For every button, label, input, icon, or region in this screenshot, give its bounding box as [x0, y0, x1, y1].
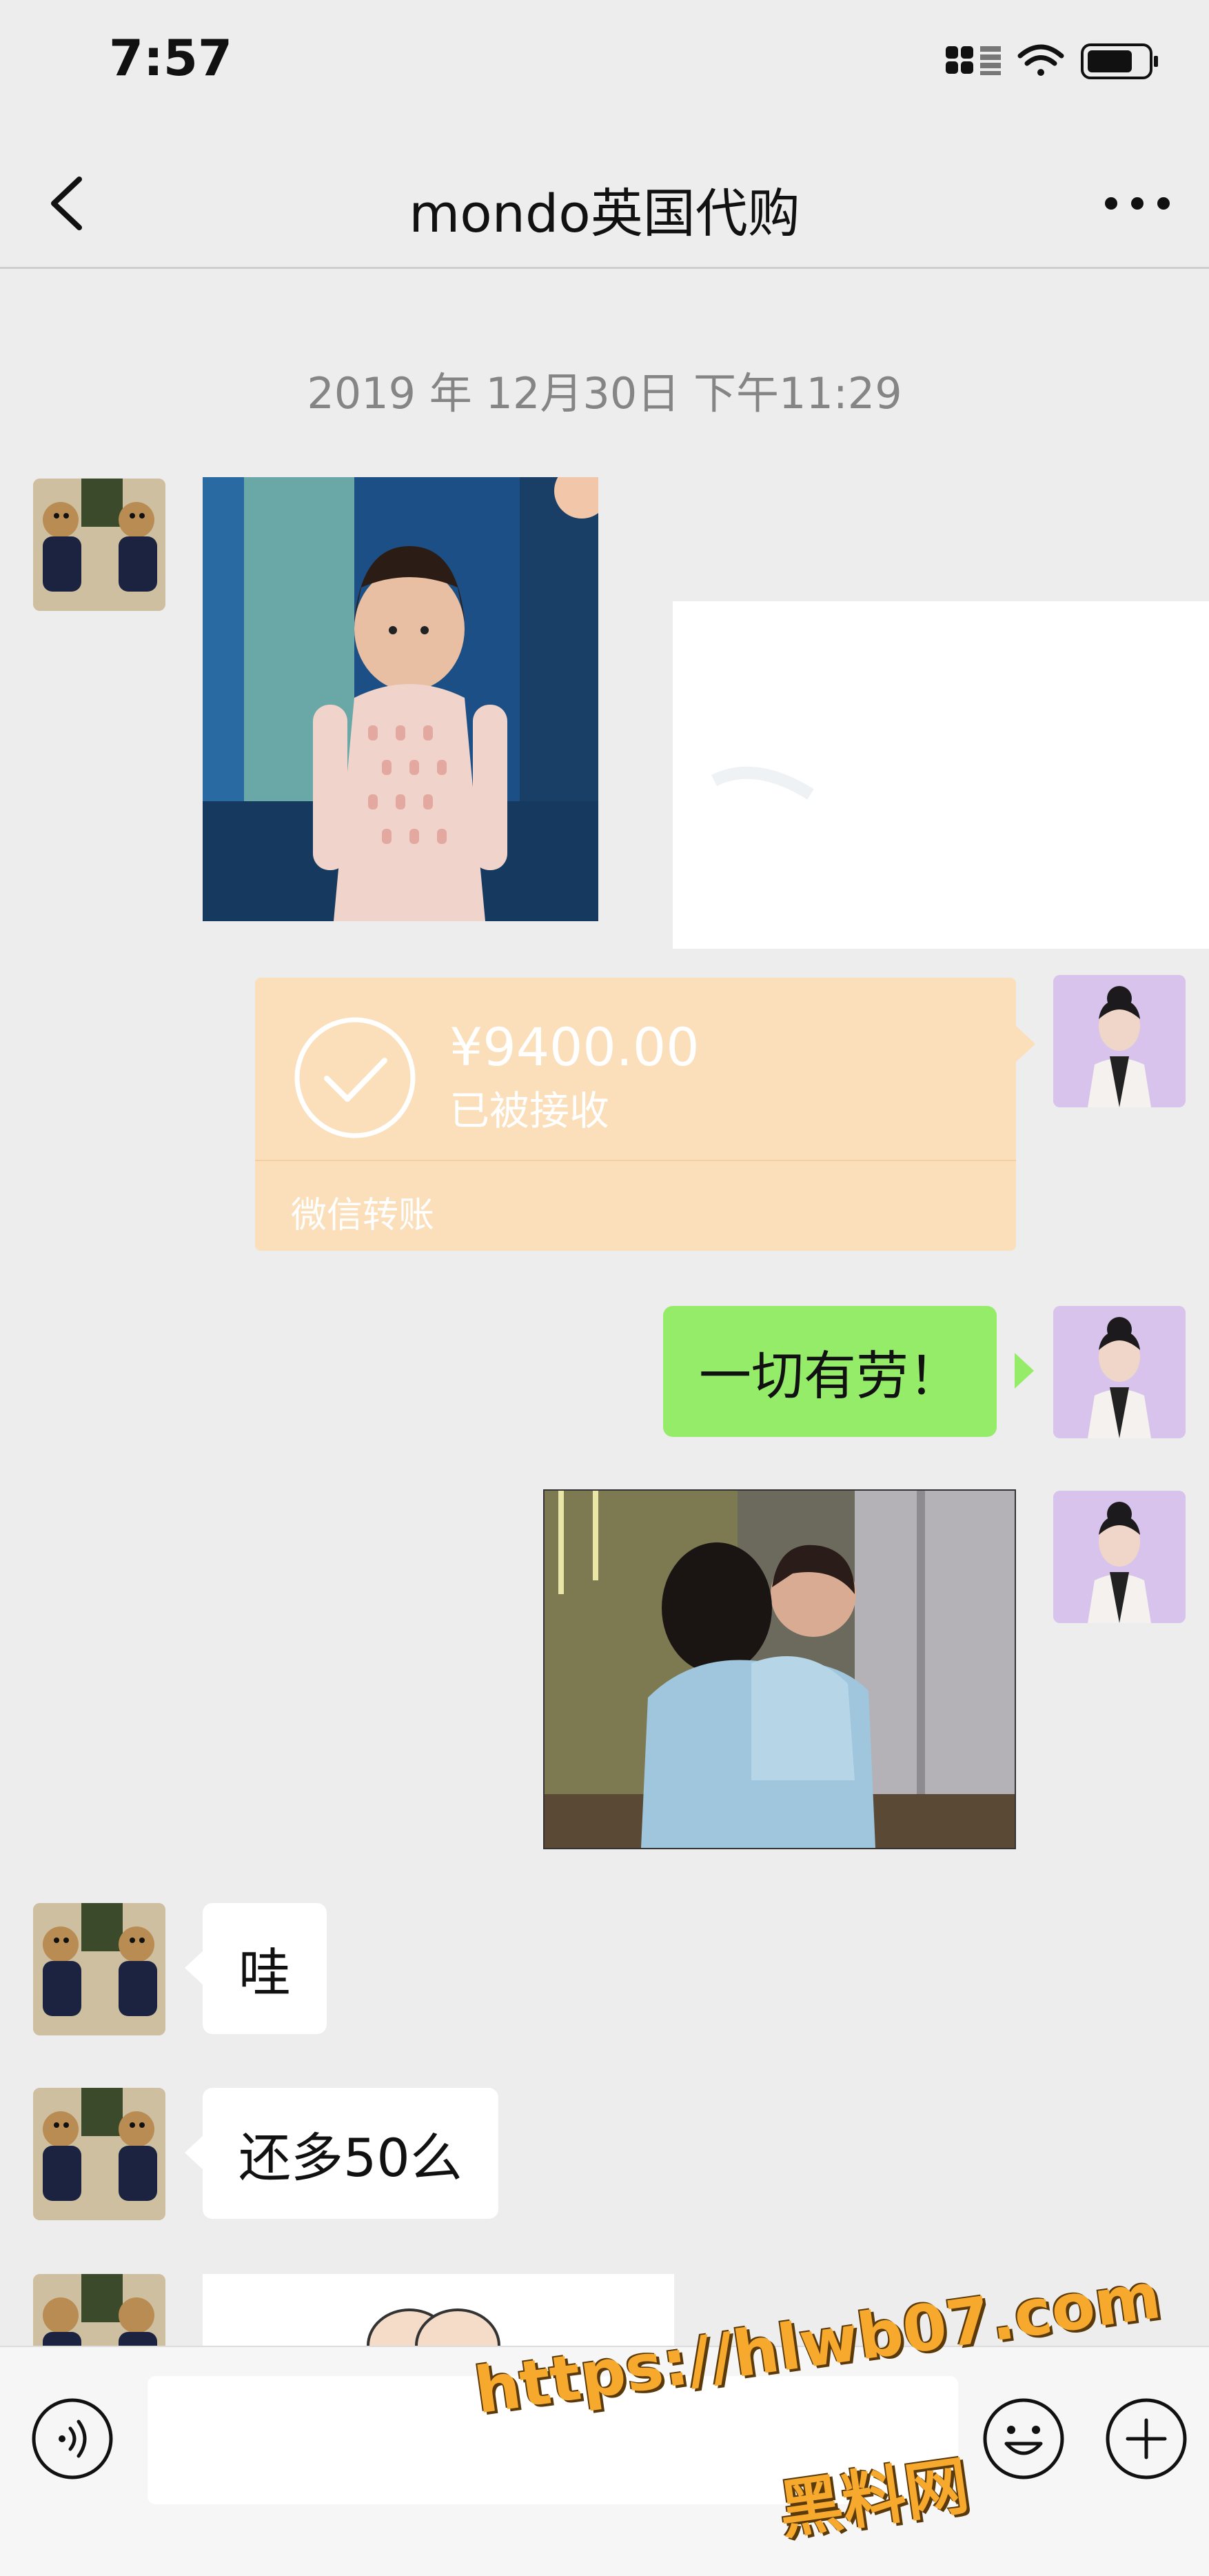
woman-avatar — [1053, 975, 1186, 1107]
woman-avatar — [1053, 1306, 1186, 1438]
contact-text-bubble[interactable]: 还多50么 — [203, 2088, 498, 2219]
teddy-bears-avatar — [33, 479, 165, 611]
transfer-status: 已被接收 — [449, 1087, 610, 1134]
transfer-footer-label: 微信转账 — [291, 1195, 435, 1236]
more-button[interactable] — [1096, 176, 1179, 231]
contact-avatar[interactable] — [33, 2088, 165, 2220]
contact-text-bubble[interactable]: 哇 — [203, 1903, 327, 2034]
wifi-icon — [1017, 44, 1064, 76]
battery-icon — [1081, 43, 1158, 79]
emoji-button[interactable] — [982, 2397, 1066, 2481]
chat-timestamp: 2019 年 12月30日 下午11:29 — [307, 368, 902, 419]
chat-title: mondo英国代购 — [409, 183, 800, 244]
app-grid-icon — [946, 46, 973, 74]
teddy-bears-avatar — [33, 2088, 165, 2220]
self-image-message[interactable] — [543, 1489, 1016, 1849]
self-bubble-tail — [1015, 1353, 1034, 1389]
message-text: 一切有劳！ — [699, 1345, 961, 1407]
self-text-bubble[interactable]: 一切有劳！ — [663, 1306, 997, 1437]
contact-sticker-message[interactable] — [203, 2274, 674, 2346]
contact-avatar[interactable] — [33, 479, 165, 611]
hugging-photo — [545, 1491, 1015, 1848]
blank-image — [673, 601, 1209, 949]
contact-bubble-tail — [185, 2135, 204, 2171]
voice-button[interactable] — [30, 2397, 114, 2481]
check-circle-icon — [292, 1015, 418, 1140]
more-dots-icon — [1105, 197, 1170, 210]
contact-avatar[interactable] — [33, 1903, 165, 2035]
transfer-card[interactable]: ¥9400.00 已被接收 微信转账 — [255, 978, 1016, 1251]
transfer-divider — [255, 1160, 1016, 1161]
contact-image-message[interactable] — [203, 477, 598, 921]
transfer-card-tail — [1015, 1025, 1035, 1063]
emoji-icon — [983, 2398, 1064, 2479]
message-text: 还多50么 — [238, 2127, 463, 2188]
plus-button[interactable] — [1104, 2397, 1188, 2481]
self-avatar[interactable] — [1053, 975, 1186, 1107]
voice-icon — [32, 2398, 113, 2479]
status-time: 7:57 — [109, 29, 233, 87]
nav-bar: mondo英国代购 — [0, 138, 1209, 269]
signal-text-icon — [980, 46, 1001, 75]
contact-bubble-tail — [185, 1950, 204, 1986]
plus-icon — [1106, 2398, 1187, 2479]
sticker-image — [367, 2308, 500, 2346]
status-icons — [944, 38, 1172, 86]
message-text: 哇 — [238, 1942, 291, 2004]
self-avatar[interactable] — [1053, 1306, 1186, 1438]
woman-avatar — [1053, 1491, 1186, 1623]
transfer-amount: ¥9400.00 — [449, 1016, 700, 1078]
self-image-message[interactable] — [673, 601, 1209, 949]
self-avatar[interactable] — [1053, 1491, 1186, 1623]
teddy-bears-avatar — [33, 1903, 165, 2035]
girl-photo — [203, 477, 598, 921]
